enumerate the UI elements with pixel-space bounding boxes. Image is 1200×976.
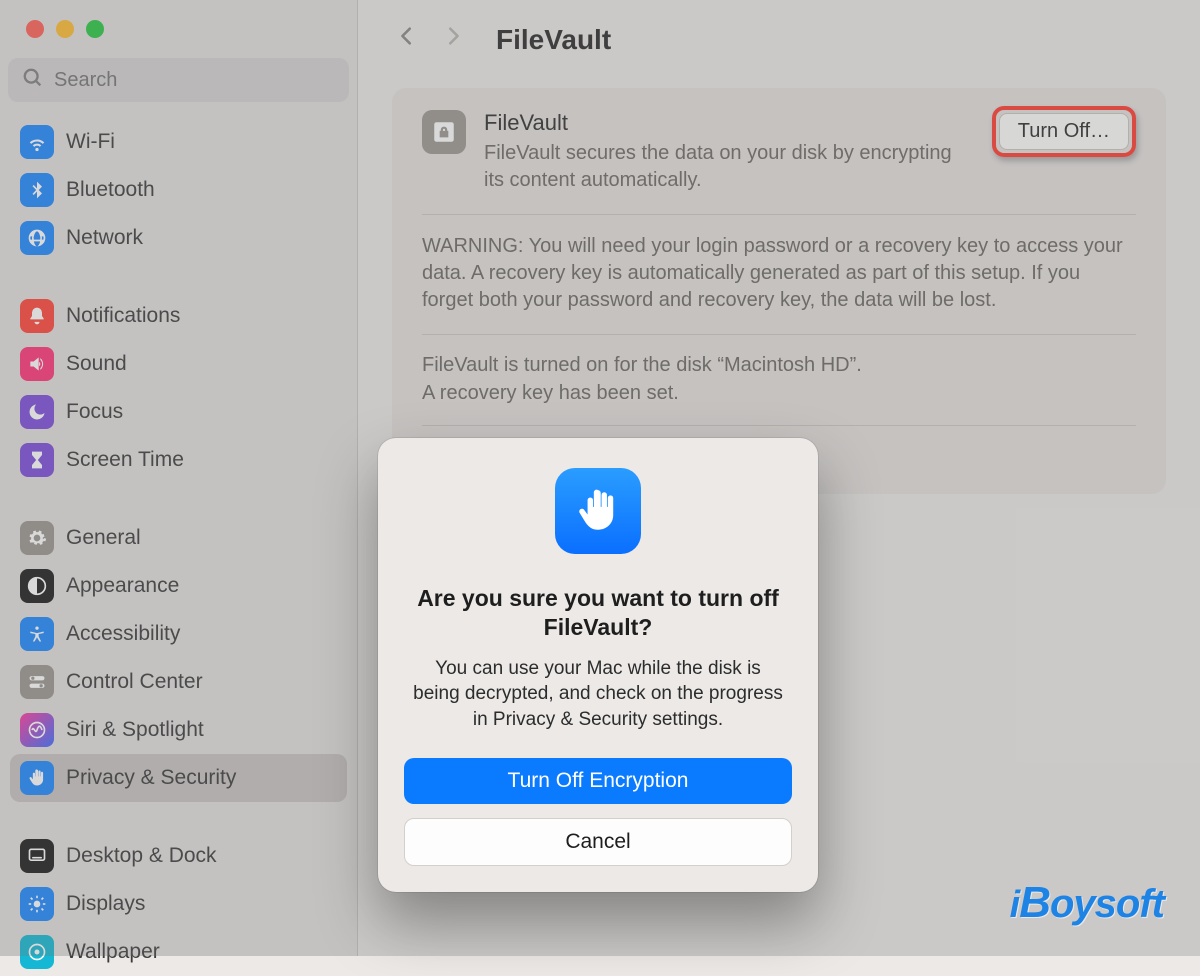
sidebar-item-sound[interactable]: Sound bbox=[10, 340, 347, 388]
globe-icon bbox=[20, 221, 54, 255]
hand-icon bbox=[20, 761, 54, 795]
forward-button[interactable] bbox=[442, 22, 464, 58]
sidebar-item-privacy-security[interactable]: Privacy & Security bbox=[10, 754, 347, 802]
sidebar: Wi-Fi Bluetooth Network Notifications Sound… bbox=[0, 0, 358, 956]
sidebar-item-control-center[interactable]: Control Center bbox=[10, 658, 347, 706]
sidebar-item-wallpaper[interactable]: Wallpaper bbox=[10, 928, 347, 976]
sidebar-item-notifications[interactable]: Notifications bbox=[10, 292, 347, 340]
window-controls bbox=[0, 20, 357, 38]
sidebar-item-screen-time[interactable]: Screen Time bbox=[10, 436, 347, 484]
sidebar-item-network[interactable]: Network bbox=[10, 214, 347, 262]
sidebar-item-desktop-dock[interactable]: Desktop & Dock bbox=[10, 832, 347, 880]
filevault-card: FileVault FileVault secures the data on … bbox=[392, 88, 1166, 494]
bell-icon bbox=[20, 299, 54, 333]
moon-icon bbox=[20, 395, 54, 429]
search-field[interactable] bbox=[8, 58, 349, 102]
wallpaper-icon bbox=[20, 935, 54, 969]
sun-icon bbox=[20, 887, 54, 921]
page-title: FileVault bbox=[496, 24, 611, 56]
turn-off-encryption-button[interactable]: Turn Off Encryption bbox=[404, 758, 792, 804]
sidebar-item-displays[interactable]: Displays bbox=[10, 880, 347, 928]
watermark: iBoysoft bbox=[1010, 878, 1164, 928]
sidebar-item-label: Wi-Fi bbox=[66, 130, 115, 154]
highlight-annotation: Turn Off… bbox=[992, 106, 1136, 157]
cancel-button[interactable]: Cancel bbox=[404, 818, 792, 866]
accessibility-icon bbox=[20, 617, 54, 651]
sidebar-item-label: Appearance bbox=[66, 574, 179, 598]
sidebar-item-label: General bbox=[66, 526, 141, 550]
dialog-message: You can use your Mac while the disk is b… bbox=[404, 656, 792, 733]
bluetooth-icon bbox=[20, 173, 54, 207]
card-title: FileVault bbox=[484, 110, 974, 136]
card-description: FileVault secures the data on your disk … bbox=[484, 140, 974, 194]
filevault-icon bbox=[422, 110, 466, 154]
sidebar-item-label: Notifications bbox=[66, 304, 180, 328]
confirm-dialog: Are you sure you want to turn off FileVa… bbox=[378, 438, 818, 892]
switches-icon bbox=[20, 665, 54, 699]
sidebar-item-label: Network bbox=[66, 226, 143, 250]
close-window-button[interactable] bbox=[26, 20, 44, 38]
turn-off-button[interactable]: Turn Off… bbox=[999, 113, 1129, 150]
gear-icon bbox=[20, 521, 54, 555]
sidebar-item-wi-fi[interactable]: Wi-Fi bbox=[10, 118, 347, 166]
sidebar-item-label: Focus bbox=[66, 400, 123, 424]
sidebar-item-focus[interactable]: Focus bbox=[10, 388, 347, 436]
search-input[interactable] bbox=[54, 69, 335, 92]
status-line-1: FileVault is turned on for the disk “Mac… bbox=[422, 351, 1136, 379]
sidebar-item-siri-spotlight[interactable]: Siri & Spotlight bbox=[10, 706, 347, 754]
sidebar-item-label: Control Center bbox=[66, 670, 203, 694]
sidebar-item-label: Sound bbox=[66, 352, 127, 376]
appearance-icon bbox=[20, 569, 54, 603]
sidebar-item-accessibility[interactable]: Accessibility bbox=[10, 610, 347, 658]
speaker-icon bbox=[20, 347, 54, 381]
sidebar-item-label: Bluetooth bbox=[66, 178, 155, 202]
status-text: FileVault is turned on for the disk “Mac… bbox=[422, 335, 1136, 426]
sidebar-item-label: Desktop & Dock bbox=[66, 844, 217, 868]
sidebar-item-label: Siri & Spotlight bbox=[66, 718, 204, 742]
sidebar-item-label: Screen Time bbox=[66, 448, 184, 472]
sidebar-item-label: Displays bbox=[66, 892, 145, 916]
sidebar-item-appearance[interactable]: Appearance bbox=[10, 562, 347, 610]
minimize-window-button[interactable] bbox=[56, 20, 74, 38]
back-button[interactable] bbox=[396, 22, 418, 58]
privacy-icon bbox=[555, 468, 641, 554]
wifi-icon bbox=[20, 125, 54, 159]
search-icon bbox=[22, 67, 44, 94]
sidebar-item-label: Accessibility bbox=[66, 622, 180, 646]
toolbar: FileVault bbox=[376, 0, 1182, 80]
sidebar-item-label: Privacy & Security bbox=[66, 766, 236, 790]
sidebar-item-bluetooth[interactable]: Bluetooth bbox=[10, 166, 347, 214]
sidebar-item-general[interactable]: General bbox=[10, 514, 347, 562]
dock-icon bbox=[20, 839, 54, 873]
dialog-title: Are you sure you want to turn off FileVa… bbox=[404, 584, 792, 642]
fullscreen-window-button[interactable] bbox=[86, 20, 104, 38]
siri-icon bbox=[20, 713, 54, 747]
sidebar-item-label: Wallpaper bbox=[66, 940, 160, 964]
warning-text: WARNING: You will need your login passwo… bbox=[422, 215, 1136, 335]
hourglass-icon bbox=[20, 443, 54, 477]
status-line-2: A recovery key has been set. bbox=[422, 379, 1136, 407]
